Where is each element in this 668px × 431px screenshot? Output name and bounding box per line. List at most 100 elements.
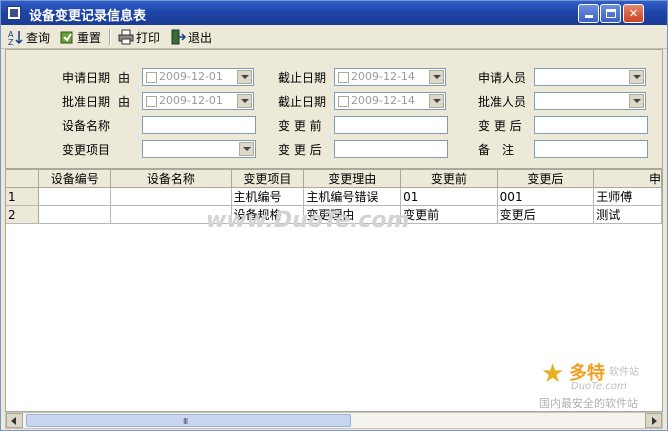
scroll-grip: III: [183, 417, 188, 426]
approver-select[interactable]: [534, 92, 646, 110]
scroll-right-button[interactable]: [645, 413, 662, 428]
chevron-down-icon[interactable]: [239, 142, 254, 156]
column-header[interactable]: 设备名称: [110, 170, 232, 188]
close-icon: ✕: [628, 7, 639, 20]
change-item-select[interactable]: [142, 140, 256, 158]
approve-date-from-label: 由: [118, 95, 131, 109]
scroll-thumb[interactable]: III: [26, 414, 351, 427]
logo-sub: 软件站: [609, 367, 639, 378]
table-cell[interactable]: 主机编号错误: [303, 187, 402, 206]
column-header[interactable]: 变更前: [400, 170, 498, 188]
column-header[interactable]: 申: [593, 170, 662, 188]
print-button[interactable]: 打印: [118, 28, 160, 46]
query-label: 查询: [26, 30, 51, 45]
chevron-left-icon: [11, 417, 16, 425]
query-button[interactable]: AZ 查询: [8, 28, 51, 47]
printer-icon: [118, 29, 134, 45]
chevron-down-icon[interactable]: [629, 94, 644, 108]
apply-date-from-value: 2009-12-01: [159, 70, 223, 83]
table-cell[interactable]: 01: [400, 187, 498, 206]
maximize-icon: [605, 9, 616, 18]
main-window: 设备变更记录信息表 ✕ AZ 查询 重置 打印 退出 申请日期 由 2009-1…: [0, 0, 668, 431]
chevron-down-icon[interactable]: [629, 70, 644, 84]
apply-end-date-label: 截止日期: [278, 71, 327, 85]
logo-url: DuoTe.com: [571, 381, 627, 392]
before-change-label: 变 更 前: [278, 119, 322, 133]
site-logo: ★ 多特 软件站 DuoTe.com 国内最安全的软件站: [539, 357, 663, 411]
row-number: 1: [6, 187, 40, 206]
logo-slogan: 国内最安全的软件站: [539, 397, 638, 410]
table-cell[interactable]: 主机编号: [231, 187, 305, 206]
apply-date-label: 申请日期: [62, 71, 111, 85]
horizontal-scrollbar[interactable]: III: [5, 412, 663, 429]
column-header[interactable]: 变更后: [497, 170, 595, 188]
after-change-input[interactable]: [334, 140, 448, 158]
table-cell[interactable]: [110, 187, 232, 206]
device-name-label: 设备名称: [62, 119, 111, 133]
chevron-right-icon: [652, 417, 657, 425]
filter-panel: 申请日期 由 2009-12-01 截止日期 2009-12-14 申请人员 批…: [5, 49, 663, 169]
column-header[interactable]: 变更项目: [231, 170, 305, 188]
approve-date-to-value: 2009-12-14: [351, 94, 415, 107]
table-cell[interactable]: [38, 187, 112, 206]
scroll-left-button[interactable]: [6, 413, 23, 428]
reset-button[interactable]: 重置: [59, 28, 101, 46]
title-bar[interactable]: 设备变更记录信息表 ✕: [1, 1, 667, 25]
approve-date-from-checkbox[interactable]: [146, 96, 157, 107]
approve-date-to-checkbox[interactable]: [338, 96, 349, 107]
apply-date-to-picker[interactable]: 2009-12-14: [334, 68, 446, 86]
after-change-label-right: 变 更 后: [478, 119, 522, 133]
toolbar: AZ 查询 重置 打印 退出: [1, 25, 667, 49]
approve-date-label: 批准日期: [62, 95, 111, 109]
chevron-down-icon[interactable]: [237, 94, 252, 108]
approve-end-date-label: 截止日期: [278, 95, 327, 109]
approve-date-to-picker[interactable]: 2009-12-14: [334, 92, 446, 110]
approve-date-from-picker[interactable]: 2009-12-01: [142, 92, 254, 110]
sort-az-icon: AZ: [8, 29, 24, 47]
table-cell[interactable]: 测试: [593, 205, 662, 224]
column-header[interactable]: 变更理由: [303, 170, 402, 188]
after-change-label: 变 更 后: [278, 143, 322, 157]
app-icon: [7, 6, 21, 20]
close-button[interactable]: ✕: [623, 4, 644, 23]
column-header[interactable]: 设备编号: [38, 170, 112, 188]
table-cell[interactable]: [38, 205, 112, 224]
applicant-select[interactable]: [534, 68, 646, 86]
table-cell[interactable]: 变更后: [497, 205, 595, 224]
logo-figure-icon: ★: [541, 359, 565, 389]
chevron-down-icon[interactable]: [429, 94, 444, 108]
before-change-input[interactable]: [334, 116, 448, 134]
remark-input[interactable]: [534, 140, 648, 158]
row-number: 2: [6, 205, 40, 224]
watermark-text: www.DuoTe.com: [206, 208, 410, 233]
apply-date-from-picker[interactable]: 2009-12-01: [142, 68, 254, 86]
table-cell[interactable]: 001: [497, 187, 595, 206]
change-item-label: 变更项目: [62, 143, 111, 157]
device-name-input[interactable]: [142, 116, 256, 134]
applicant-label: 申请人员: [478, 71, 527, 85]
svg-text:Z: Z: [8, 38, 14, 45]
table-header-row: 设备编号 设备名称 变更项目 变更理由 变更前 变更后 申: [6, 170, 662, 188]
approver-label: 批准人员: [478, 95, 527, 109]
minimize-button[interactable]: [578, 4, 599, 23]
apply-date-from-checkbox[interactable]: [146, 72, 157, 83]
toolbar-separator: [109, 29, 111, 45]
table-cell[interactable]: 王师傅: [593, 187, 662, 206]
remark-label: 备 注: [478, 143, 515, 157]
approve-date-from-value: 2009-12-01: [159, 94, 223, 107]
apply-date-to-checkbox[interactable]: [338, 72, 349, 83]
window-title: 设备变更记录信息表: [29, 9, 147, 24]
table-row[interactable]: 1 主机编号 主机编号错误 01 001 王师傅: [6, 187, 662, 206]
apply-date-to-value: 2009-12-14: [351, 70, 415, 83]
minimize-icon: [584, 15, 593, 18]
header-corner: [6, 170, 40, 188]
after-change-input-right[interactable]: [534, 116, 648, 134]
exit-button[interactable]: 退出: [170, 28, 212, 46]
chevron-down-icon[interactable]: [237, 70, 252, 84]
chevron-down-icon[interactable]: [429, 70, 444, 84]
print-label: 打印: [136, 30, 161, 45]
maximize-button[interactable]: [600, 4, 621, 23]
exit-door-icon: [170, 29, 187, 45]
reset-icon: [59, 29, 75, 45]
table-cell[interactable]: 变更前: [400, 205, 498, 224]
